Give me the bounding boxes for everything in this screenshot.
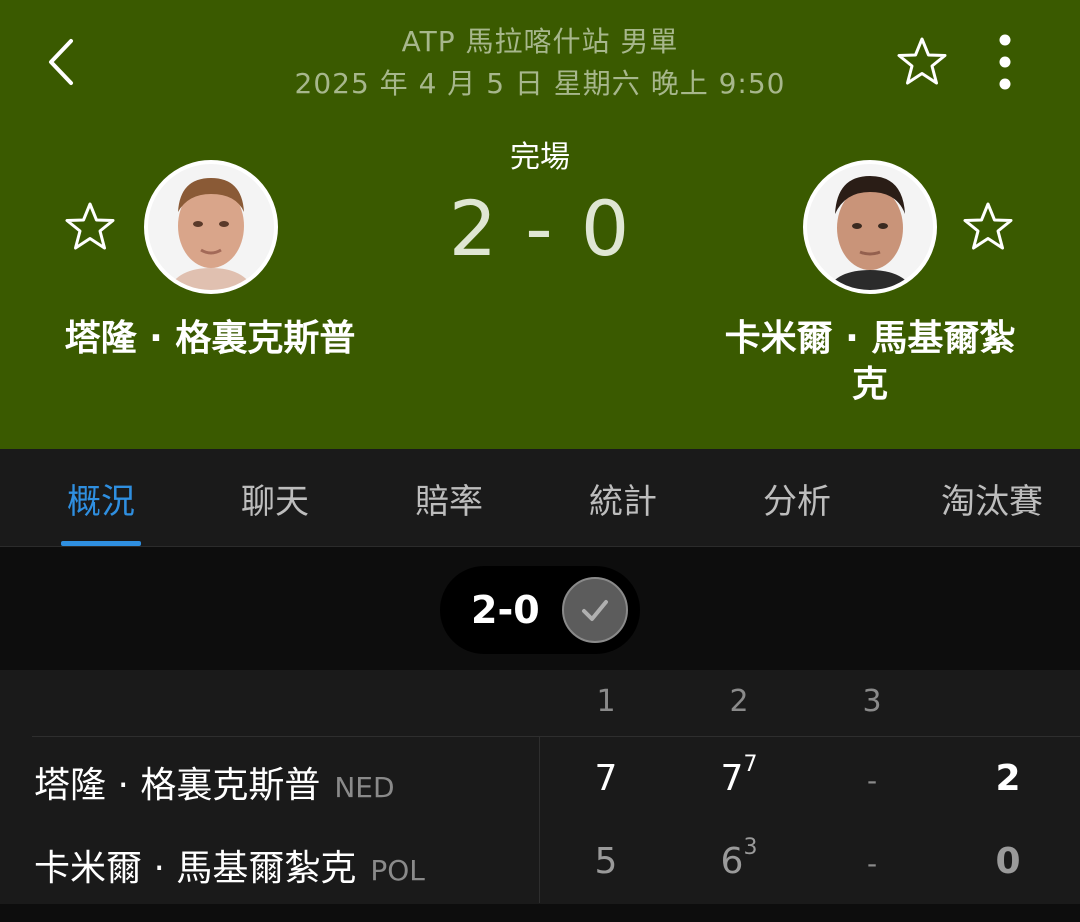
tab-bar: 概況 聊天 賠率 統計 分析 淘汰賽 <box>0 449 1080 547</box>
scoreboard-row-away-name[interactable]: 卡米爾 · 馬基爾紮克 POL <box>34 839 425 891</box>
away-sets-total: 0 <box>995 841 1021 882</box>
set-score: 7 <box>720 758 744 799</box>
tab-odds[interactable]: 賠率 <box>388 449 510 547</box>
country-code: POL <box>370 854 425 887</box>
tab-analysis[interactable]: 分析 <box>736 449 858 547</box>
away-set-3: - <box>866 847 878 880</box>
more-options-button[interactable] <box>984 30 1026 94</box>
away-player-avatar[interactable] <box>803 160 937 294</box>
away-set-2: 63 <box>709 835 769 882</box>
player-name: 塔隆 · 格裏克斯普 <box>34 765 321 806</box>
set-header-2: 2 <box>729 684 749 719</box>
home-set-1: 7 <box>576 758 636 799</box>
set-selector-label: 2-0 <box>471 588 540 632</box>
tiebreak-score: 7 <box>743 752 758 777</box>
country-code: NED <box>334 771 395 804</box>
home-set-2: 77 <box>709 752 769 799</box>
set-header-1: 1 <box>596 684 616 719</box>
away-player-name-line1: 卡米爾 · 馬基爾紮 <box>724 318 1016 359</box>
star-outline-icon <box>963 202 1013 250</box>
favorite-match-button[interactable] <box>893 34 951 90</box>
tab-stats[interactable]: 統計 <box>562 449 684 547</box>
check-circle-icon <box>562 577 628 643</box>
set-score: 7 <box>594 758 618 799</box>
favorite-home-player-button[interactable] <box>62 199 118 255</box>
scoreboard-row-home-name[interactable]: 塔隆 · 格裏克斯普 NED <box>34 756 395 808</box>
set-score: 6 <box>720 841 744 882</box>
match-header: ATP 馬拉喀什站 男單 2025 年 4 月 5 日 星期六 晚上 9:50 … <box>0 0 1080 449</box>
home-player-name[interactable]: 塔隆 · 格裏克斯普 <box>40 316 380 362</box>
chevron-left-icon <box>49 39 73 85</box>
star-outline-icon <box>65 202 115 250</box>
match-score: 2 - 0 <box>448 184 632 273</box>
home-sets-total: 2 <box>995 758 1021 799</box>
home-player-avatar[interactable] <box>144 160 278 294</box>
tab-knockout[interactable]: 淘汰賽 <box>922 449 1062 547</box>
player-photo-icon <box>807 164 933 290</box>
favorite-away-player-button[interactable] <box>960 199 1016 255</box>
set-score: 5 <box>594 841 618 882</box>
player-photo-icon <box>148 164 274 290</box>
match-status: 完場 <box>510 140 570 175</box>
scoreboard-divider <box>32 736 1080 737</box>
tiebreak-score: 3 <box>743 835 758 860</box>
tab-overview[interactable]: 概況 <box>40 449 162 547</box>
back-button[interactable] <box>38 34 84 90</box>
more-vertical-icon <box>999 34 1011 90</box>
match-datetime: 2025 年 4 月 5 日 星期六 晚上 9:50 <box>294 67 786 100</box>
tournament-title: ATP 馬拉喀什站 男單 <box>401 25 679 58</box>
away-player-name[interactable]: 卡米爾 · 馬基爾紮 克 <box>700 316 1040 408</box>
active-tab-indicator <box>61 541 141 546</box>
scoreboard-column-divider <box>539 737 540 903</box>
star-outline-icon <box>897 37 947 85</box>
bottom-spacer <box>0 904 1080 922</box>
player-name: 卡米爾 · 馬基爾紮克 <box>34 848 357 889</box>
tab-chat[interactable]: 聊天 <box>214 449 336 547</box>
set-header-3: 3 <box>862 684 882 719</box>
away-set-1: 5 <box>576 841 636 882</box>
home-set-3: - <box>866 764 878 797</box>
away-player-name-line2: 克 <box>851 364 888 405</box>
